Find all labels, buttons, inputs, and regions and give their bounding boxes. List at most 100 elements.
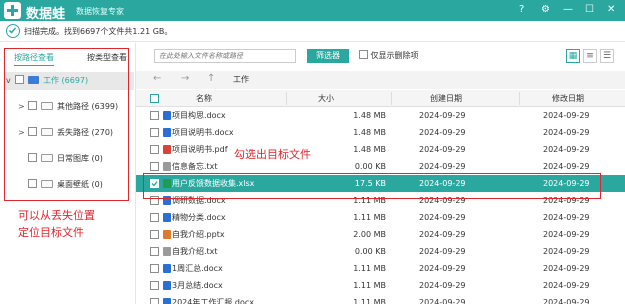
table-row[interactable]: 1周汇总.docx 1.11 MB 2024-09-29 2024-09-29 xyxy=(136,260,625,277)
file-size: 1.11 MB xyxy=(353,213,386,222)
row-checkbox[interactable] xyxy=(150,264,159,273)
app-name: 数据蛙 xyxy=(26,7,66,22)
modified-date: 2024-09-29 xyxy=(543,111,590,120)
close-icon[interactable]: ✕ xyxy=(607,3,615,17)
docx-file-icon xyxy=(163,298,171,304)
modified-date: 2024-09-29 xyxy=(543,128,590,137)
file-name: 1周汇总.docx xyxy=(172,264,223,273)
current-path: 工作 xyxy=(233,75,249,84)
column-header-created[interactable]: 创建日期 xyxy=(430,90,462,107)
show-deleted-only-option[interactable]: 仅显示删除项 xyxy=(359,50,419,61)
table-row[interactable]: 自我介绍.txt 0.00 KB 2024-09-29 2024-09-29 xyxy=(136,243,625,260)
row-checkbox[interactable] xyxy=(150,111,159,120)
column-divider[interactable] xyxy=(286,92,287,105)
detail-view-icon[interactable]: ☰ xyxy=(600,49,614,63)
table-row[interactable]: 精物分类.docx 1.11 MB 2024-09-29 2024-09-29 xyxy=(136,209,625,226)
title-bar: 数据蛙 数据恢复专家 ? ⚙ — ☐ ✕ xyxy=(0,0,625,22)
created-date: 2024-09-29 xyxy=(419,128,466,137)
annotation-note-line2: 定位目标文件 xyxy=(18,226,84,239)
filter-button[interactable]: 筛选器 xyxy=(307,49,349,63)
settings-icon[interactable]: ⚙ xyxy=(541,3,550,17)
txt-file-icon xyxy=(163,247,171,256)
file-name: 项目构思.docx xyxy=(172,111,226,120)
search-input[interactable] xyxy=(154,49,296,63)
table-row[interactable]: 2024年工作汇报.docx 1.11 MB 2024-09-29 2024-09-2… xyxy=(136,294,625,304)
app-subtitle: 数据恢复专家 xyxy=(76,7,124,16)
file-name: 自我介绍.txt xyxy=(172,247,218,256)
file-size: 1.11 MB xyxy=(353,281,386,290)
check-circle-icon xyxy=(6,24,20,38)
help-icon[interactable]: ? xyxy=(519,3,524,17)
modified-date: 2024-09-29 xyxy=(543,281,590,290)
docx-file-icon xyxy=(163,111,171,120)
row-checkbox[interactable] xyxy=(150,247,159,256)
file-size: 2.00 MB xyxy=(353,230,386,239)
up-arrow-icon[interactable]: ↑ xyxy=(207,73,215,84)
row-checkbox[interactable] xyxy=(150,145,159,154)
file-size: 1.48 MB xyxy=(353,111,386,120)
created-date: 2024-09-29 xyxy=(419,213,466,222)
table-header: 名称 大小 创建日期 修改日期 xyxy=(136,90,625,107)
annotation-note-target: 勾选出目标文件 xyxy=(234,148,311,161)
row-checkbox[interactable] xyxy=(150,281,159,290)
annotation-box-selected-row xyxy=(143,173,601,199)
table-row[interactable]: 项目说明书.pdf 1.48 MB 2024-09-29 2024-09-29 xyxy=(136,141,625,158)
show-deleted-checkbox[interactable] xyxy=(359,50,368,59)
row-checkbox[interactable] xyxy=(150,298,159,304)
created-date: 2024-09-29 xyxy=(419,298,466,304)
file-name: 3月总结.docx xyxy=(172,281,223,290)
table-row[interactable]: 项目构思.docx 1.48 MB 2024-09-29 2024-09-29 xyxy=(136,107,625,124)
annotation-box-sidebar xyxy=(4,48,129,201)
table-row[interactable]: 自我介绍.pptx 2.00 MB 2024-09-29 2024-09-29 xyxy=(136,226,625,243)
scan-status-text: 扫描完成。找到6697个文件共1.21 GB。 xyxy=(24,27,173,36)
file-size: 1.48 MB xyxy=(353,145,386,154)
file-name: 2024年工作汇报.docx xyxy=(172,298,255,304)
docx-file-icon xyxy=(163,213,171,222)
table-row[interactable]: 3月总结.docx 1.11 MB 2024-09-29 2024-09-29 xyxy=(136,277,625,294)
file-size: 1.11 MB xyxy=(353,264,386,273)
column-divider[interactable] xyxy=(391,92,392,105)
pptx-file-icon xyxy=(163,230,171,239)
file-name: 精物分类.docx xyxy=(172,213,226,222)
modified-date: 2024-09-29 xyxy=(543,145,590,154)
minimize-icon[interactable]: — xyxy=(563,3,573,17)
modified-date: 2024-09-29 xyxy=(543,264,590,273)
created-date: 2024-09-29 xyxy=(419,247,466,256)
txt-file-icon xyxy=(163,162,171,171)
created-date: 2024-09-29 xyxy=(419,145,466,154)
row-checkbox[interactable] xyxy=(150,162,159,171)
table-row[interactable]: 项目说明书.docx 1.48 MB 2024-09-29 2024-09-29 xyxy=(136,124,625,141)
created-date: 2024-09-29 xyxy=(419,264,466,273)
pdf-file-icon xyxy=(163,145,171,154)
created-date: 2024-09-29 xyxy=(419,111,466,120)
file-name: 自我介绍.pptx xyxy=(172,230,225,239)
docx-file-icon xyxy=(163,264,171,273)
column-header-name[interactable]: 名称 xyxy=(196,90,212,107)
maximize-icon[interactable]: ☐ xyxy=(585,3,594,17)
docx-file-icon xyxy=(163,128,171,137)
row-checkbox[interactable] xyxy=(150,213,159,222)
show-deleted-label: 仅显示删除项 xyxy=(370,51,419,60)
scan-status-bar: 扫描完成。找到6697个文件共1.21 GB。 xyxy=(0,21,625,42)
modified-date: 2024-09-29 xyxy=(543,213,590,222)
column-header-modified[interactable]: 修改日期 xyxy=(552,90,584,107)
modified-date: 2024-09-29 xyxy=(543,247,590,256)
column-divider[interactable] xyxy=(519,92,520,105)
annotation-note-line1: 可以从丢失位置 xyxy=(18,209,95,222)
file-name: 项目说明书.docx xyxy=(172,128,234,137)
docx-file-icon xyxy=(163,281,171,290)
created-date: 2024-09-29 xyxy=(419,230,466,239)
select-all-checkbox[interactable] xyxy=(150,94,159,103)
grid-view-icon[interactable]: ▦ xyxy=(566,49,580,63)
file-size: 1.11 MB xyxy=(353,298,386,304)
row-checkbox[interactable] xyxy=(150,128,159,137)
modified-date: 2024-09-29 xyxy=(543,298,590,304)
back-arrow-icon[interactable]: ← xyxy=(153,73,161,84)
column-header-size[interactable]: 大小 xyxy=(318,90,334,107)
list-view-icon[interactable]: ≡ xyxy=(583,49,597,63)
file-size: 1.48 MB xyxy=(353,128,386,137)
row-checkbox[interactable] xyxy=(150,230,159,239)
app-logo-icon xyxy=(4,2,21,19)
path-bar: ← → ↑ 工作 xyxy=(136,71,625,89)
forward-arrow-icon[interactable]: → xyxy=(181,73,189,84)
